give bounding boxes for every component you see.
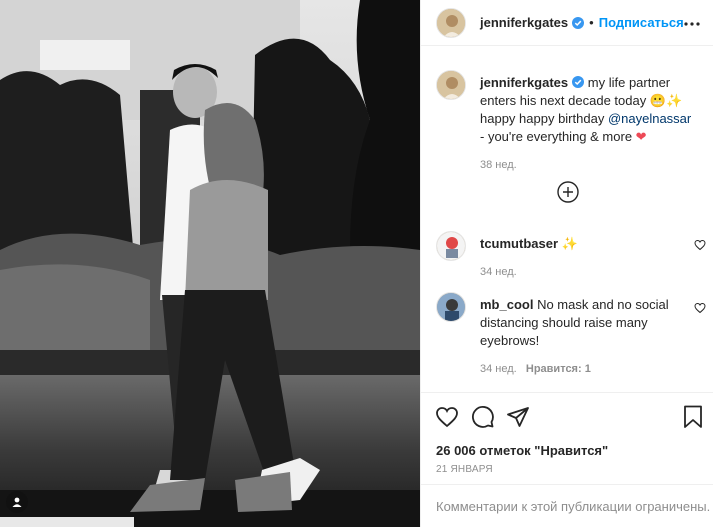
photo-overlay-strip: [0, 517, 134, 527]
share-icon[interactable]: [506, 405, 530, 429]
caption-username[interactable]: jenniferkgates: [480, 75, 568, 90]
caption-mention[interactable]: @nayelnassar: [608, 111, 691, 126]
post-date[interactable]: 21 ЯНВАРЯ: [436, 464, 493, 475]
heart-icon[interactable]: [435, 405, 459, 429]
comments-restricted-notice: Комментарии к этой публикации ограничены…: [421, 484, 713, 527]
heart-icon[interactable]: [694, 239, 706, 251]
post-photo[interactable]: [0, 0, 420, 527]
more-options-icon[interactable]: [684, 16, 700, 32]
caption-avatar[interactable]: [436, 70, 466, 100]
author-username[interactable]: jenniferkgates: [480, 15, 568, 30]
comment-avatar[interactable]: [436, 292, 466, 322]
comment-item: tcumutbaser ✨ 34 нед.: [436, 231, 706, 281]
red-heart-emoji: ❤: [635, 129, 647, 144]
comment-time[interactable]: 34 нед.: [480, 263, 692, 281]
comment-likes[interactable]: Нравится: 1: [526, 363, 591, 375]
follow-button[interactable]: Подписаться: [599, 15, 684, 30]
author-avatar[interactable]: [436, 7, 466, 38]
post-sidebar: jenniferkgates • Подписаться jenniferkga…: [420, 0, 713, 527]
grimace-emoji: 😬: [649, 93, 667, 108]
add-circle-icon[interactable]: [557, 181, 579, 203]
caption-text-3: - you're everything & more: [480, 129, 636, 144]
caption-time[interactable]: 38 нед.: [480, 156, 692, 174]
comment-time[interactable]: 34 нед.: [480, 363, 517, 375]
couple-walking-photo: [0, 0, 420, 527]
post-header: jenniferkgates • Подписаться: [421, 0, 713, 46]
sparkle-emoji: ✨: [561, 236, 578, 251]
verified-badge-icon: [572, 16, 585, 29]
comment-avatar[interactable]: [436, 231, 466, 261]
caption: jenniferkgates my life partner enters hi…: [436, 70, 706, 171]
caption-text-2: happy happy birthday: [480, 111, 608, 126]
heart-icon[interactable]: [694, 302, 706, 314]
post-actions: [421, 392, 713, 444]
comment-icon[interactable]: [471, 405, 495, 429]
user-tag-icon[interactable]: [6, 491, 28, 513]
sparkle-emoji: ✨: [666, 93, 683, 108]
comment-item: mb_cool No mask and no social distancing…: [436, 292, 706, 375]
separator-dot: •: [589, 15, 594, 30]
likes-count[interactable]: 26 006 отметок "Нравится": [436, 443, 608, 458]
comment-username[interactable]: mb_cool: [480, 297, 533, 312]
comment-username[interactable]: tcumutbaser: [480, 236, 558, 251]
verified-badge-icon: [572, 76, 585, 88]
bookmark-icon[interactable]: [683, 405, 703, 429]
